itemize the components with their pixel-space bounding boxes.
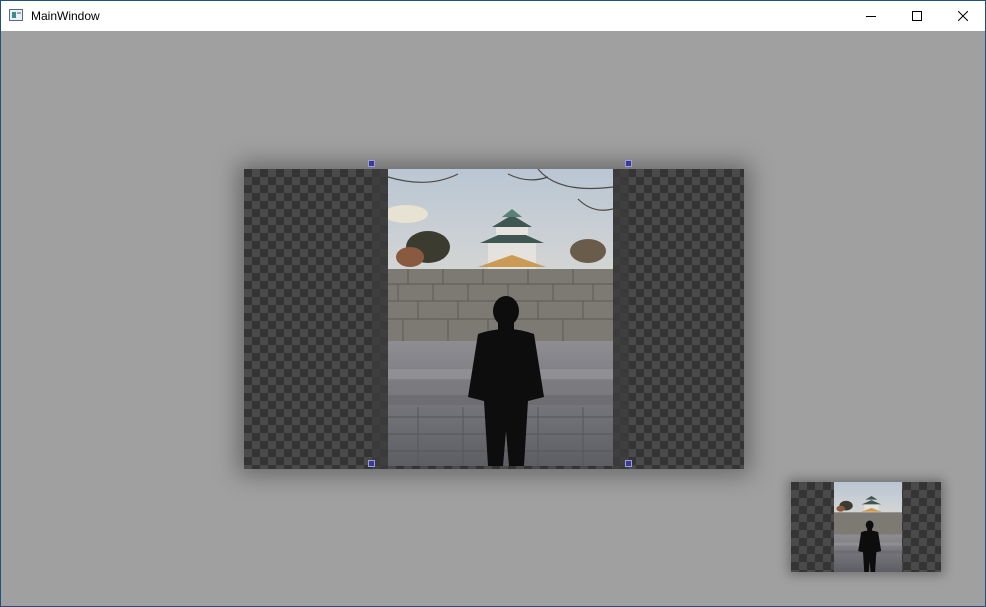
preview-thumbnail[interactable] xyxy=(791,482,941,572)
maximize-icon xyxy=(912,11,922,21)
thumbnail-photo xyxy=(834,482,902,572)
close-button[interactable] xyxy=(940,1,985,31)
app-window-icon xyxy=(9,9,23,21)
resize-handle-top-right[interactable] xyxy=(625,160,632,167)
thumbnail-castle-image xyxy=(834,482,902,572)
close-icon xyxy=(958,11,968,21)
crop-shade-left xyxy=(372,169,388,469)
crop-shade-right xyxy=(613,169,629,469)
title-bar[interactable]: MainWindow xyxy=(1,1,985,31)
main-image-frame[interactable] xyxy=(244,160,744,469)
castle-photo-image xyxy=(388,169,613,466)
main-window: MainWindow xyxy=(0,0,986,607)
minimize-button[interactable] xyxy=(848,1,894,31)
maximize-button[interactable] xyxy=(894,1,940,31)
image-canvas[interactable] xyxy=(1,31,985,606)
minimize-icon xyxy=(866,16,876,17)
resize-handle-bottom-right[interactable] xyxy=(625,460,632,467)
resize-handle-bottom-left[interactable] xyxy=(368,460,375,467)
resize-handle-top-left[interactable] xyxy=(368,160,375,167)
main-photo[interactable] xyxy=(388,169,613,466)
window-title: MainWindow xyxy=(31,9,100,23)
